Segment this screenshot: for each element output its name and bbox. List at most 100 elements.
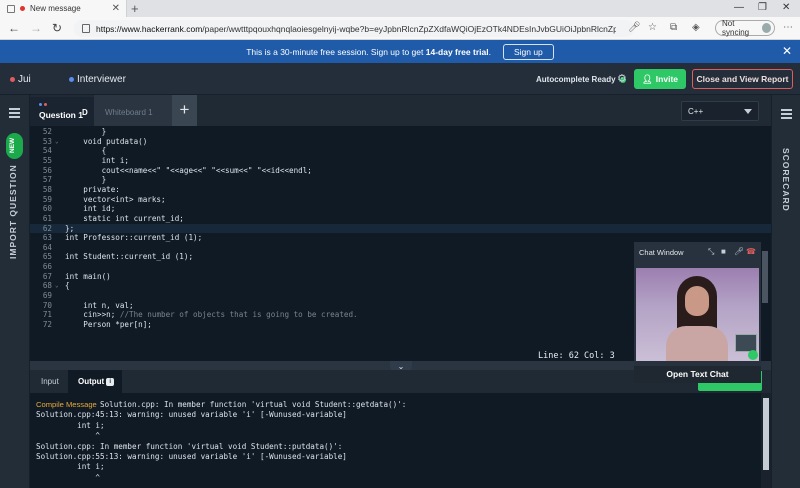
console-line: int i; xyxy=(36,462,105,472)
more-options-icon[interactable]: ⋯ xyxy=(783,22,793,33)
code-line: 62}; xyxy=(30,223,771,233)
editor-scrollbar[interactable] xyxy=(762,251,768,303)
console-line: Solution.cpp:55:13: warning: unused vari… xyxy=(36,452,347,461)
chevron-down-icon xyxy=(744,109,752,114)
language-value: C++ xyxy=(688,107,704,116)
menu-icon[interactable] xyxy=(781,109,792,121)
code-text: int id; xyxy=(65,204,116,214)
line-number: 63 xyxy=(42,233,52,243)
signup-button[interactable]: Sign up xyxy=(502,43,554,60)
left-sidebar: NEW IMPORT QUESTION xyxy=(0,95,30,488)
minimize-icon[interactable]: — xyxy=(734,2,744,13)
maximize-icon[interactable]: ❐ xyxy=(758,2,767,13)
avatar xyxy=(762,23,771,33)
browser-tab-strip: New message ✕ + — ❐ ✕ xyxy=(0,0,800,17)
gear-icon[interactable]: ⚙ xyxy=(617,72,627,85)
fold-chevron-icon[interactable]: ⌄ xyxy=(55,281,59,290)
code-text: int i; xyxy=(65,155,130,165)
language-select[interactable]: C++ xyxy=(681,101,759,121)
collections-icon[interactable]: ⧉ xyxy=(670,22,677,33)
favorite-star-icon[interactable]: ☆ xyxy=(648,22,657,33)
microphone-icon[interactable]: 🎤︎ xyxy=(628,22,641,33)
tab-label: Whiteboard 1 xyxy=(105,108,153,117)
line-number: 71 xyxy=(42,310,52,320)
autocomplete-status: Autocomplete Ready xyxy=(536,75,626,84)
line-number: 52 xyxy=(42,127,52,136)
code-text: } xyxy=(65,127,107,136)
connected-icon xyxy=(748,350,758,360)
line-number: 53 xyxy=(42,136,52,146)
code-text: private: xyxy=(65,184,120,194)
profile-sync-button[interactable]: Not syncing xyxy=(715,19,775,37)
code-text: { xyxy=(65,281,70,291)
url-field[interactable]: https://www.hackerrank.com/paper/wwtttpq… xyxy=(74,20,634,37)
console-scrollbar[interactable] xyxy=(761,393,771,488)
console-line: Solution.cpp:45:13: warning: unused vari… xyxy=(36,410,347,420)
video-feed xyxy=(636,268,759,361)
refresh-icon[interactable]: ↻ xyxy=(52,21,62,35)
code-text: Person *per[n]; xyxy=(65,320,152,329)
camera-icon[interactable]: ■ xyxy=(721,247,726,256)
code-line: 61 static int current_id; xyxy=(30,214,771,223)
add-tab-button[interactable]: + xyxy=(172,95,197,126)
close-and-view-report-button[interactable]: Close and View Report xyxy=(692,69,793,89)
question-type-icon: D xyxy=(82,108,88,117)
participant-dots-icon xyxy=(39,103,47,106)
line-number: 55 xyxy=(42,155,52,165)
chat-window: Chat Window ⤡ ■ 🎤︎ ☎ Open Text Chat xyxy=(634,242,761,383)
tab-input[interactable]: Input xyxy=(41,377,59,386)
console-line: Solution.cpp: In member function 'virtua… xyxy=(100,400,407,409)
participant-name: Interviewer xyxy=(77,74,126,85)
address-bar: ← → ↻ https://www.hackerrank.com/paper/w… xyxy=(0,17,800,40)
invite-button[interactable]: 👤︎ Invite xyxy=(634,69,686,89)
recording-dot-icon xyxy=(20,6,25,11)
code-text: int main() xyxy=(65,271,111,281)
banner-close-icon[interactable]: ✕ xyxy=(782,44,792,58)
console-line: ^ xyxy=(36,431,101,441)
invite-label: Invite xyxy=(655,74,678,84)
tab-output[interactable]: Output i xyxy=(78,377,115,386)
output-console: Compile Message Solution.cpp: In member f… xyxy=(30,393,771,488)
code-line: 53 ⌄ void putdata() xyxy=(30,137,771,146)
forward-icon[interactable]: → xyxy=(30,21,42,35)
tab-label: Question 1 xyxy=(39,110,83,120)
line-number: 56 xyxy=(42,165,52,175)
code-text: static int current_id; xyxy=(65,213,184,223)
close-tab-icon[interactable]: ✕ xyxy=(112,3,120,14)
window-close-icon[interactable]: ✕ xyxy=(782,2,790,13)
code-line: 54 { xyxy=(30,146,771,155)
video-person-body xyxy=(666,326,728,361)
code-line: 52 } xyxy=(30,127,771,136)
line-number: 62 xyxy=(42,223,52,233)
browser-tab[interactable]: New message ✕ xyxy=(0,0,127,17)
import-question-button[interactable]: IMPORT QUESTION xyxy=(8,164,18,259)
hang-up-icon[interactable]: ☎ xyxy=(746,247,756,256)
new-badge: NEW xyxy=(6,133,23,159)
autocomplete-label: Autocomplete Ready xyxy=(536,75,616,84)
line-number: 69 xyxy=(42,291,52,301)
trial-banner: This is a 30-minute free session. Sign u… xyxy=(0,40,800,63)
banner-text: This is a 30-minute free session. Sign u… xyxy=(246,46,491,57)
line-number: 64 xyxy=(42,242,52,252)
code-text: }; xyxy=(65,223,75,233)
microphone-icon[interactable]: 🎤︎ xyxy=(734,247,744,256)
extension-icon[interactable]: ◈ xyxy=(692,22,700,33)
open-text-chat-button[interactable]: Open Text Chat xyxy=(634,366,761,383)
code-line: 59 vector<int> marks; xyxy=(30,195,771,204)
status-dot-icon xyxy=(10,77,15,82)
line-number: 66 xyxy=(42,262,52,272)
cursor-position: Line: 62 Col: 3 xyxy=(538,351,615,361)
scorecard-button[interactable]: SCORECARD xyxy=(781,148,791,212)
line-number: 54 xyxy=(42,146,52,156)
menu-icon[interactable] xyxy=(9,108,20,120)
line-number: 60 xyxy=(42,204,52,214)
back-icon[interactable]: ← xyxy=(8,21,20,35)
tab-whiteboard-1[interactable]: Whiteboard 1 xyxy=(94,95,172,126)
tab-title: New message xyxy=(30,4,81,13)
tab-question-1[interactable]: Question 1 D xyxy=(30,95,94,126)
chat-title: Chat Window xyxy=(639,248,684,257)
fold-chevron-icon[interactable]: ⌄ xyxy=(55,137,59,146)
new-tab-button[interactable]: + xyxy=(131,1,139,16)
expand-icon[interactable]: ⤡ xyxy=(708,247,714,257)
participant-candidate: Jui xyxy=(10,74,31,85)
